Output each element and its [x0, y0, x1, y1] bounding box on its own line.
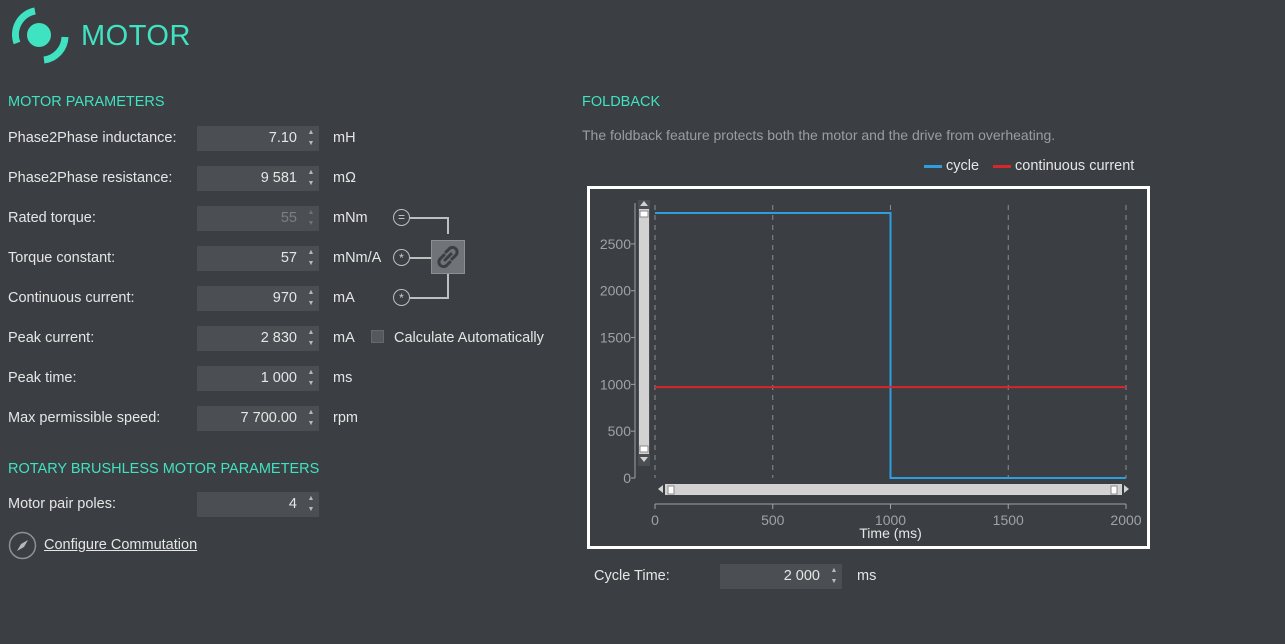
pair-poles-label: Motor pair poles:: [8, 496, 116, 512]
inductance-input[interactable]: 7.10 ▲ ▼: [197, 126, 319, 151]
configure-commutation-link[interactable]: Configure Commutation: [44, 537, 197, 553]
cycle-time-input[interactable]: 2 000 ▲ ▼: [720, 564, 842, 589]
decrement-icon[interactable]: ▼: [306, 339, 316, 348]
peak-time-unit: ms: [333, 370, 353, 386]
rated-torque-unit: mNm: [333, 210, 368, 226]
y-tick-label-1500: 1500: [600, 330, 631, 346]
decrement-icon[interactable]: ▼: [306, 379, 316, 388]
vertical-scrollbar-thumb[interactable]: [639, 209, 649, 454]
rotary-parameters-heading: ROTARY BRUSHLESS MOTOR PARAMETERS: [8, 461, 320, 477]
peak-current-input[interactable]: 2 830 ▲ ▼: [197, 326, 319, 351]
continuous-current-unit: mA: [333, 290, 355, 306]
equals-symbol-icon: =: [393, 209, 410, 226]
pair-poles-input[interactable]: 4 ▲ ▼: [197, 492, 319, 517]
decrement-icon[interactable]: ▼: [306, 139, 316, 148]
max-speed-unit: rpm: [333, 410, 358, 426]
foldback-heading: FOLDBACK: [582, 94, 661, 110]
continuous-current-label: Continuous current:: [8, 290, 135, 306]
vertical-scroll-handle-bottom[interactable]: [639, 445, 649, 453]
resistance-label: Phase2Phase resistance:: [8, 170, 173, 186]
increment-icon[interactable]: ▲: [306, 328, 316, 337]
increment-icon[interactable]: ▲: [306, 288, 316, 297]
torque-constant-unit: mNm/A: [333, 250, 382, 266]
increment-icon[interactable]: ▲: [306, 248, 316, 257]
peak-time-input[interactable]: 1 000 ▲ ▼: [197, 366, 319, 391]
multiply-symbol-icon: *: [393, 249, 410, 266]
decrement-icon[interactable]: ▼: [829, 577, 839, 586]
max-speed-input[interactable]: 7 700.00 ▲ ▼: [197, 406, 319, 431]
increment-icon[interactable]: ▲: [829, 566, 839, 575]
legend-swatch-cycle: [924, 164, 942, 168]
resistance-input[interactable]: 9 581 ▲ ▼: [197, 166, 319, 191]
cycle-time-label: Cycle Time:: [594, 568, 670, 584]
x-tick-label-500: 500: [761, 512, 785, 528]
inductance-unit: mH: [333, 130, 356, 146]
y-tick-label-500: 500: [608, 423, 632, 439]
compass-icon: [8, 531, 37, 560]
x-tick-label-2000: 2000: [1110, 512, 1141, 528]
decrement-icon[interactable]: ▼: [306, 179, 316, 188]
continuous-current-input[interactable]: 970 ▲ ▼: [197, 286, 319, 311]
page-title: MOTOR: [81, 20, 191, 52]
peak-current-unit: mA: [333, 330, 355, 346]
increment-icon[interactable]: ▲: [306, 128, 316, 137]
increment-icon: ▲: [307, 209, 315, 216]
link-parameters-button[interactable]: [431, 240, 465, 274]
rated-torque-label: Rated torque:: [8, 210, 96, 226]
x-axis-title: Time (ms): [859, 525, 921, 541]
vertical-scroll-handle-top[interactable]: [639, 210, 649, 218]
horizontal-scroll-handle-left[interactable]: [667, 485, 675, 495]
y-tick-label-2500: 2500: [600, 236, 631, 252]
horizontal-scrollbar-thumb[interactable]: [665, 484, 1122, 495]
legend-swatch-continuous: [993, 164, 1011, 168]
inductance-label: Phase2Phase inductance:: [8, 130, 177, 146]
torque-constant-label: Torque constant:: [8, 250, 116, 266]
decrement-icon: ▼: [307, 220, 315, 227]
x-tick-label-1500: 1500: [993, 512, 1024, 528]
decrement-icon[interactable]: ▼: [306, 419, 316, 428]
legend-item-cycle: cycle: [924, 158, 979, 174]
motor-parameters-heading: MOTOR PARAMETERS: [8, 94, 165, 110]
peak-current-label: Peak current:: [8, 330, 95, 346]
torque-constant-input[interactable]: 57 ▲ ▼: [197, 246, 319, 271]
increment-icon[interactable]: ▲: [306, 494, 316, 503]
cycle-time-unit: ms: [857, 568, 877, 584]
decrement-icon[interactable]: ▼: [306, 299, 316, 308]
y-tick-label-1000: 1000: [600, 376, 631, 392]
calculate-automatically-checkbox[interactable]: [371, 330, 384, 343]
decrement-icon[interactable]: ▼: [306, 505, 316, 514]
y-tick-label-0: 0: [623, 470, 631, 486]
resistance-unit: mΩ: [333, 170, 356, 186]
chain-link-icon: [437, 245, 459, 269]
series-line-cycle: [655, 212, 1126, 479]
x-tick-label-0: 0: [651, 512, 659, 528]
increment-icon[interactable]: ▲: [306, 168, 316, 177]
increment-icon[interactable]: ▲: [306, 408, 316, 417]
legend-item-continuous: continuous current: [993, 158, 1134, 174]
foldback-description: The foldback feature protects both the m…: [582, 127, 1056, 143]
multiply-symbol-icon: *: [393, 289, 410, 306]
scroll-right-arrow-icon[interactable]: [1124, 485, 1129, 493]
horizontal-scroll-handle-right[interactable]: [1110, 485, 1118, 495]
decrement-icon[interactable]: ▼: [306, 259, 316, 268]
rated-torque-input: 55 ▲ ▼: [197, 206, 319, 231]
y-tick-label-2000: 2000: [600, 283, 631, 299]
increment-icon[interactable]: ▲: [306, 368, 316, 377]
foldback-chart: 050010001500200025000 500 1000 1500 2000Time…: [600, 200, 1142, 541]
motor-logo-icon: [11, 7, 69, 64]
scroll-left-arrow-icon[interactable]: [658, 485, 663, 493]
calculate-automatically-label: Calculate Automatically: [394, 330, 544, 346]
peak-time-label: Peak time:: [8, 370, 77, 386]
max-speed-label: Max permissible speed:: [8, 410, 161, 426]
